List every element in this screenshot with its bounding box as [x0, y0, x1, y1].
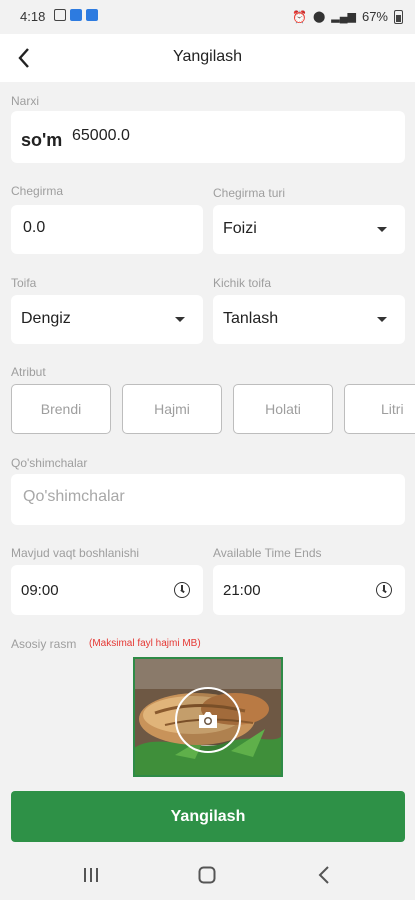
price-label: Narxi [11, 94, 40, 108]
main-image-label: Asosiy rasm [11, 637, 77, 651]
nav-back-icon[interactable] [318, 866, 330, 884]
category-select[interactable]: Dengiz [11, 295, 203, 344]
time-start-field[interactable]: 09:00 [11, 565, 203, 615]
subcategory-label: Kichik toifa [213, 276, 272, 290]
subcategory-select[interactable]: Tanlash [213, 295, 405, 344]
addons-input[interactable]: Qo'shimchalar [11, 474, 405, 525]
time-end-label: Available Time Ends [213, 546, 322, 560]
time-end-value: 21:00 [223, 582, 261, 599]
discount-type-label: Chegirma turi [213, 186, 286, 200]
addons-placeholder: Qo'shimchalar [23, 488, 125, 505]
attribute-chip[interactable]: Hajmi [122, 384, 222, 434]
discount-value: 0.0 [23, 219, 46, 236]
app-bar: Yangilash [0, 34, 415, 82]
main-image-upload[interactable] [133, 657, 283, 777]
attribute-chip[interactable]: Holati [233, 384, 333, 434]
dropdown-arrow-icon [175, 317, 185, 322]
gallery-icon [54, 9, 66, 21]
camera-icon [199, 712, 217, 728]
dropdown-arrow-icon [377, 317, 387, 322]
price-field[interactable]: so'm 65000.0 [11, 111, 405, 163]
attribute-chip[interactable]: Litri [344, 384, 415, 434]
app-notification-icon [70, 9, 82, 21]
price-value: 65000.0 [72, 127, 130, 144]
discount-label: Chegirma [11, 184, 64, 198]
camera-button[interactable] [175, 687, 241, 753]
page-title: Yangilash [172, 48, 243, 65]
time-start-value: 09:00 [21, 582, 59, 599]
status-right: ⏰ ⬤ ▂▄▆ 67% [292, 9, 403, 24]
notification-icons [54, 9, 98, 21]
home-icon[interactable] [198, 866, 216, 884]
time-end-field[interactable]: 21:00 [213, 565, 405, 615]
currency-label: so'm [21, 130, 63, 150]
image-size-hint: (Maksimal fayl hajmi MB) [89, 638, 201, 649]
dropdown-arrow-icon [377, 227, 387, 232]
subcategory-value: Tanlash [223, 310, 279, 327]
app-notification-icon-2 [86, 9, 98, 21]
clock-icon[interactable] [174, 582, 190, 598]
alarm-icon: ⏰ [291, 9, 307, 24]
addons-label: Qo'shimchalar [11, 456, 88, 470]
attribute-chip[interactable]: Brendi [11, 384, 111, 434]
battery-icon [394, 9, 403, 24]
battery-text: 67% [361, 9, 388, 24]
category-value: Dengiz [21, 310, 71, 327]
time-start-label: Mavjud vaqt boshlanishi [11, 546, 140, 560]
location-icon: ⬤ [312, 11, 326, 23]
discount-field[interactable]: 0.0 [11, 205, 203, 254]
status-time: 4:18 [20, 9, 46, 24]
status-bar: 4:18 ⏰ ⬤ ▂▄▆ 67% [0, 0, 415, 34]
system-nav-bar [0, 850, 415, 900]
recent-apps-icon[interactable] [83, 867, 99, 883]
attributes-label: Atribut [11, 365, 46, 379]
clock-icon[interactable] [376, 582, 392, 598]
update-button[interactable]: Yangilash [11, 791, 405, 842]
discount-type-value: Foizi [223, 220, 257, 237]
category-label: Toifa [11, 276, 37, 290]
signal-icon: ▂▄▆ [331, 11, 356, 23]
discount-type-select[interactable]: Foizi [213, 205, 405, 254]
